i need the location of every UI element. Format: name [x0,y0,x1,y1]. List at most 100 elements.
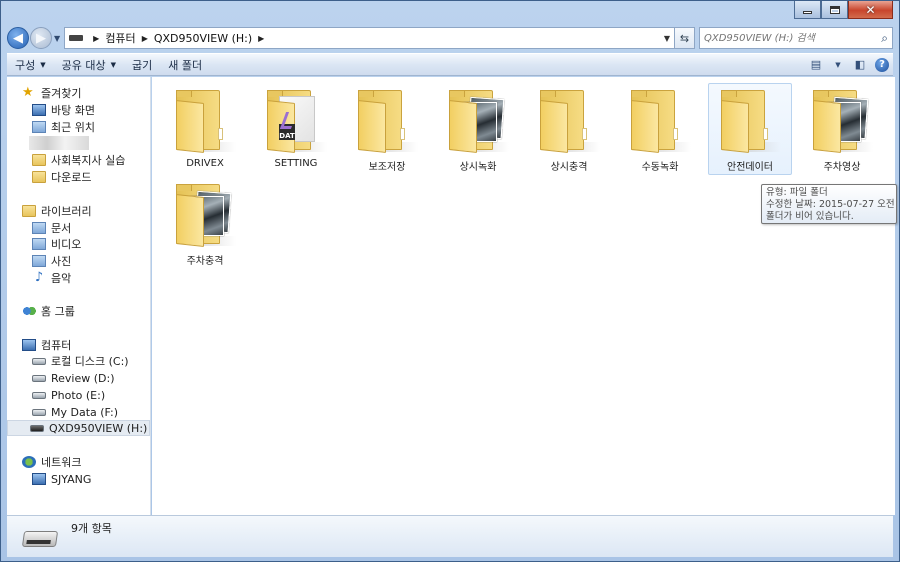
address-dropdown[interactable]: ▼ [660,34,674,43]
nav-drive-c[interactable]: 로컬 디스크 (C:) [32,353,129,369]
folder-parking-impact[interactable]: 주차충격 [163,177,247,269]
breadcrumb: ▶ 컴퓨터 ▶ QXD950VIEW (H:) ▶ [87,30,270,46]
forward-button[interactable]: ▶ [30,27,52,49]
maximize-button[interactable] [821,1,848,19]
folder-safety-data[interactable]: 안전데이터 [708,83,792,175]
nav-documents[interactable]: 문서 [32,220,71,236]
documents-icon [32,222,46,234]
navigation-pane: ★ 즐겨찾기 바탕 화면 최근 위치 사회복지사 실습 다운로드 라이브러리 문서… [7,77,151,515]
libraries-icon [22,205,36,217]
nav-downloads[interactable]: 다운로드 [32,169,91,185]
folder-manual-recording[interactable]: 수동녹화 [618,83,702,175]
nav-item-label: 사회복지사 실습 [51,154,126,167]
nav-favorites[interactable]: ★ 즐겨찾기 [22,85,81,101]
item-count: 9개 항목 [71,522,112,535]
chevron-right-icon[interactable]: ▶ [258,34,264,43]
back-button[interactable]: ◀ [7,27,29,49]
refresh-button[interactable]: ⇆ [675,27,695,49]
local-disk-icon [32,357,46,365]
help-icon: ? [875,57,889,72]
nav-sjyang[interactable]: SJYANG [32,471,91,487]
search-icon[interactable]: ⌕ [881,31,888,46]
desktop-icon [32,104,46,116]
back-arrow-icon: ◀ [13,30,23,46]
nav-social-work[interactable]: 사회복지사 실습 [32,152,125,168]
drive-icon [32,374,46,382]
preview-pane-button[interactable]: ◧ [849,54,871,75]
nav-music[interactable]: ♪ 음악 [32,270,71,286]
minimize-icon [803,11,812,14]
nav-blurred-item[interactable] [29,135,94,151]
search-box[interactable]: ⌕ [699,27,893,49]
tooltip-empty: 폴더가 비어 있습니다. [766,211,854,222]
nav-pictures[interactable]: 사진 [32,253,71,269]
nav-homegroup[interactable]: 홈 그룹 [22,303,75,319]
nav-videos[interactable]: 비디오 [32,236,81,252]
nav-item-label: 바탕 화면 [51,104,95,117]
details-pane: 9개 항목 [7,515,893,557]
help-button[interactable]: ? [871,54,893,75]
folder-drivex[interactable]: DRIVEX [163,83,247,175]
recent-pages-dropdown[interactable]: ▼ [54,34,60,43]
nav-network[interactable]: 네트워크 [22,454,81,470]
address-bar[interactable]: ▶ 컴퓨터 ▶ QXD950VIEW (H:) ▶ ▼ [64,27,675,49]
view-dropdown[interactable]: ▼ [827,54,849,75]
nav-item-label: 음악 [51,272,72,285]
tooltip-modified: 수정한 날짜: 2015-07-27 오전 1 [766,199,897,210]
folder-name: 상시충격 [550,162,588,173]
share-button[interactable]: 공유 대상 ▼ [54,54,124,75]
tooltip-type: 유형: 파일 폴더 [766,187,828,198]
nav-network-label: 네트워크 [41,456,82,469]
nav-favorites-label: 즐겨찾기 [41,87,82,100]
minimize-button[interactable] [794,1,821,19]
close-button[interactable]: ✕ [848,1,893,19]
nav-item-label: SJYANG [51,472,92,486]
removable-drive-icon [30,424,44,432]
downloads-icon [32,171,46,183]
breadcrumb-drive[interactable]: QXD950VIEW (H:) [154,32,252,45]
search-input[interactable] [704,32,882,44]
homegroup-icon [22,305,36,317]
nav-item-label: 다운로드 [51,171,92,184]
chevron-right-icon[interactable]: ▶ [142,34,148,43]
nav-item-label: Review (D:) [51,371,115,385]
drive-icon [21,531,59,547]
blurred-item-icon [29,136,89,150]
folder-backup-storage[interactable]: 보조저장 [345,83,429,175]
organize-label: 구성 [15,58,36,72]
command-bar: 구성 ▼ 공유 대상 ▼ 굽기 새 폴더 ▤ ▼ ◧ ? [7,53,893,76]
new-folder-label: 새 폴더 [168,58,203,72]
folder-name: 주차충격 [186,256,224,267]
organize-button[interactable]: 구성 ▼ [7,54,54,75]
nav-desktop[interactable]: 바탕 화면 [32,102,95,118]
nav-drive-h[interactable]: QXD950VIEW (H:) [7,420,150,436]
share-label: 공유 대상 [61,58,106,72]
nav-libraries-label: 라이브러리 [41,205,92,218]
recent-places-icon [32,121,46,133]
nav-libraries[interactable]: 라이브러리 [22,203,92,219]
nav-drive-f[interactable]: My Data (F:) [32,404,118,420]
nav-item-label: 사진 [51,255,72,268]
nav-computer[interactable]: 컴퓨터 [22,337,71,353]
burn-button[interactable]: 굽기 [124,54,160,75]
new-folder-button[interactable]: 새 폴더 [160,54,210,75]
chevron-right-icon[interactable]: ▶ [93,34,99,43]
folder-name: SETTING [274,158,318,169]
folder-continuous-impact[interactable]: 상시충격 [527,83,611,175]
forward-arrow-icon: ▶ [36,30,46,46]
nav-item-label: 로컬 디스크 (C:) [51,355,129,368]
breadcrumb-computer[interactable]: 컴퓨터 [105,30,135,46]
folder-continuous-recording[interactable]: 상시녹화 [436,83,520,175]
nav-drive-e[interactable]: Photo (E:) [32,387,105,403]
computer-icon [22,339,36,351]
nav-drive-d[interactable]: Review (D:) [32,370,115,386]
nav-recent-places[interactable]: 최근 위치 [32,119,95,135]
folder-setting[interactable]: DAT SETTING [254,83,338,175]
dropdown-arrow-icon: ▼ [110,60,117,69]
videos-icon [32,238,46,250]
star-icon: ★ [22,85,34,100]
view-options-button[interactable]: ▤ [805,54,827,75]
file-list: DRIVEX DAT SETTING 보조저장 상시녹화 상시충격 수동녹화 안… [152,77,895,515]
folder-parking-video[interactable]: 주차영상 [800,83,884,175]
nav-item-label: My Data (F:) [51,405,119,419]
